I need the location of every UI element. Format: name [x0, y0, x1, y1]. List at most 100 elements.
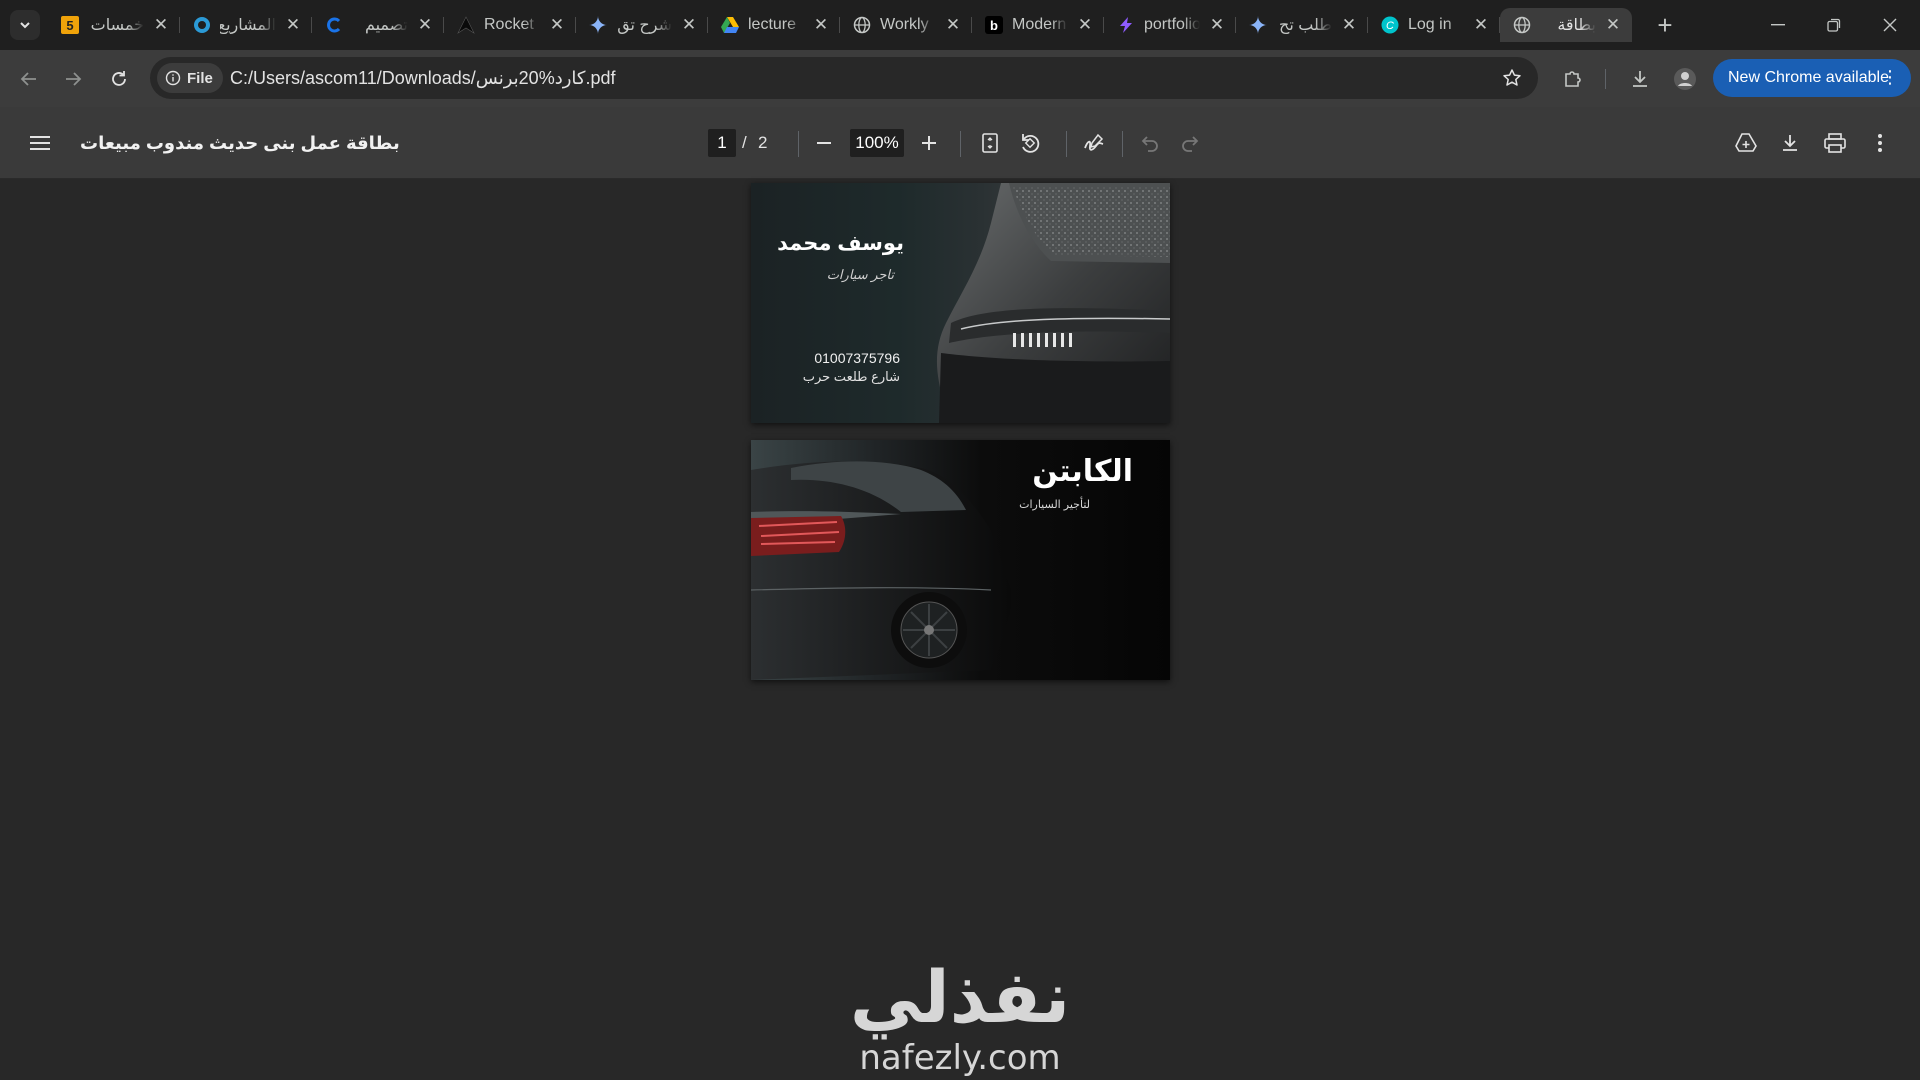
tab-close-icon[interactable]: ✕: [680, 15, 698, 34]
save-to-drive-button[interactable]: [1732, 129, 1760, 157]
tab-close-icon[interactable]: ✕: [416, 15, 434, 34]
card-holder-name: يوسف محمد: [777, 232, 904, 255]
tab-close-icon[interactable]: ✕: [1604, 15, 1622, 34]
back-button[interactable]: [14, 64, 44, 94]
car-rear-image: [936, 183, 1170, 423]
browser-tab[interactable]: شرح تق ✕: [576, 8, 708, 42]
site-info-label: File: [187, 69, 213, 87]
draw-icon: [1084, 133, 1104, 151]
tab-title: تصميم: [364, 17, 408, 34]
url-text[interactable]: C:/Users/ascom11/Downloads/كارد%20برنس.p…: [230, 57, 616, 99]
browser-tab[interactable]: portfolio ✕: [1104, 8, 1236, 42]
pdf-download-button[interactable]: [1776, 129, 1804, 157]
pdf-divider: [1122, 131, 1123, 157]
redo-button[interactable]: [1176, 129, 1204, 157]
tab-close-icon[interactable]: ✕: [1472, 15, 1490, 34]
new-tab-button[interactable]: +: [1652, 10, 1678, 40]
gemini-icon: [1248, 15, 1268, 35]
close-window-button[interactable]: [1862, 0, 1918, 50]
site-info-chip[interactable]: File: [157, 63, 223, 93]
browser-tab[interactable]: طلب تح ✕: [1236, 8, 1368, 42]
browser-tab[interactable]: بطاقة ✕: [1500, 8, 1632, 42]
reload-button[interactable]: [104, 64, 134, 94]
browser-tab[interactable]: C Log in ✕: [1368, 8, 1500, 42]
drive-add-icon: [1735, 133, 1757, 152]
canva-edit-icon: [324, 15, 344, 35]
pdf-divider: [1066, 131, 1067, 157]
tab-title: Log in: [1408, 16, 1452, 33]
browser-tab[interactable]: المشاريع ✕: [180, 8, 312, 42]
mostaql-icon: [192, 15, 212, 35]
tab-close-icon[interactable]: ✕: [1076, 15, 1094, 34]
bookmark-star-icon[interactable]: [1502, 68, 1522, 88]
browser-tab[interactable]: lecture ✕: [708, 8, 840, 42]
browser-tab[interactable]: 5 خمسات ✕: [48, 8, 180, 42]
tab-close-icon[interactable]: ✕: [944, 15, 962, 34]
browser-tab[interactable]: Workly ✕: [840, 8, 972, 42]
undo-button[interactable]: [1136, 129, 1164, 157]
zoom-level-input[interactable]: 100%: [850, 129, 904, 157]
arrow-left-icon: [20, 72, 36, 86]
minimize-icon: [1771, 24, 1785, 26]
fit-page-button[interactable]: [976, 129, 1004, 157]
card-phone: 01007375796: [814, 350, 900, 366]
pdf-toolbar: بطاقة عمل بنى حديث مندوب مبيعات 1 / 2 10…: [0, 107, 1920, 179]
tab-title: Rocket: [484, 16, 534, 33]
close-icon: [1883, 18, 1897, 32]
tab-close-icon[interactable]: ✕: [152, 15, 170, 34]
annotate-button[interactable]: [1080, 129, 1108, 157]
tab-title: portfolio: [1144, 16, 1200, 33]
business-card-front: يوسف محمد تاجر سيارات 01007375796 شارع ط…: [751, 183, 1170, 423]
tab-close-icon[interactable]: ✕: [284, 15, 302, 34]
rocket-icon: [456, 15, 476, 35]
downloads-button[interactable]: [1627, 66, 1653, 92]
zoom-out-button[interactable]: [810, 129, 838, 157]
chrome-update-label: New Chrome available: [1728, 69, 1889, 86]
plus-icon: [922, 136, 936, 150]
address-bar[interactable]: File C:/Users/ascom11/Downloads/كارد%20ب…: [150, 57, 1538, 99]
browser-tab[interactable]: Rocket ✕: [444, 8, 576, 42]
browser-tab[interactable]: تصميم ✕: [312, 8, 444, 42]
forward-button[interactable]: [58, 64, 88, 94]
lightning-icon: [1116, 15, 1136, 35]
page-total: 2: [758, 133, 768, 152]
restore-button[interactable]: [1806, 0, 1862, 50]
tab-search-button[interactable]: [10, 10, 40, 40]
behance-icon: b: [984, 15, 1004, 35]
toolbar-divider: [1605, 69, 1606, 89]
pdf-sidebar-toggle[interactable]: [26, 129, 54, 157]
download-icon: [1783, 135, 1797, 151]
arrow-right-icon: [66, 72, 82, 86]
globe-icon: [1512, 15, 1532, 35]
download-icon: [1633, 71, 1647, 87]
pdf-more-button[interactable]: [1866, 129, 1894, 157]
tab-close-icon[interactable]: ✕: [1340, 15, 1358, 34]
gemini-icon: [588, 15, 608, 35]
page-separator: /: [742, 133, 747, 152]
tab-title: طلب تح: [1279, 17, 1332, 34]
rotate-icon: [1022, 134, 1040, 153]
minimize-button[interactable]: [1750, 0, 1806, 50]
tab-close-icon[interactable]: ✕: [548, 15, 566, 34]
page-number-input[interactable]: 1: [708, 129, 736, 157]
tab-title: Workly: [880, 16, 929, 33]
print-button[interactable]: [1821, 129, 1849, 157]
profile-button[interactable]: [1672, 66, 1698, 92]
google-drive-icon: [720, 15, 740, 35]
chevron-down-icon: [20, 22, 30, 29]
tab-close-icon[interactable]: ✕: [1208, 15, 1226, 34]
pdf-document-area[interactable]: يوسف محمد تاجر سيارات 01007375796 شارع ط…: [0, 179, 1920, 1080]
rotate-button[interactable]: [1016, 129, 1044, 157]
chrome-update-button[interactable]: New Chrome available ⋮: [1713, 59, 1911, 97]
browser-toolbar: File C:/Users/ascom11/Downloads/كارد%20ب…: [0, 50, 1920, 107]
browser-tab[interactable]: b Modern ✕: [972, 8, 1104, 42]
extensions-button[interactable]: [1560, 66, 1586, 92]
watermark-logo-domain: nafezly.com: [859, 1038, 1061, 1078]
puzzle-icon: [1565, 71, 1581, 87]
zoom-in-button[interactable]: [915, 129, 943, 157]
tab-close-icon[interactable]: ✕: [812, 15, 830, 34]
tab-strip: 5 خمسات ✕ المشاريع ✕ تصميم ✕ Rocket ✕ شرح تق ✕ lect…: [0, 0, 1920, 50]
tab-title: شرح تق: [617, 17, 672, 34]
printer-icon: [1824, 133, 1846, 153]
tab-title: خمسات: [90, 17, 144, 34]
